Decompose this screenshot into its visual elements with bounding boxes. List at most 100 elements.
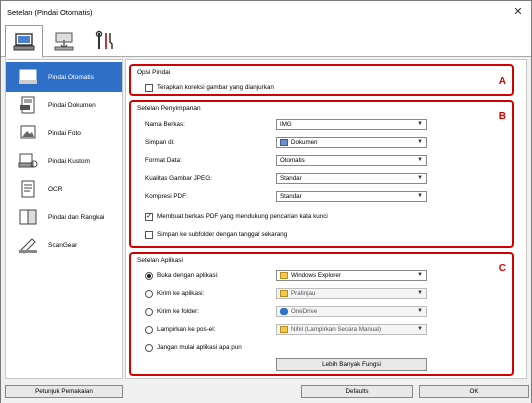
callout-marker-c: C — [498, 263, 506, 274]
save-settings-section: Setelan Penyimpanan B Nama Berkas: IMG ▼… — [129, 100, 514, 248]
open-with-value: Windows Explorer — [291, 272, 341, 279]
no-app-radio[interactable] — [145, 343, 153, 352]
jpeg-quality-value: Standar — [280, 175, 302, 182]
sidebar-item-ocr[interactable]: OCR — [6, 174, 122, 204]
scangear-icon — [16, 235, 40, 255]
section-title: Setelan Penyimpanan — [137, 105, 201, 112]
pdf-compression-value: Standar — [280, 193, 302, 200]
data-format-label: Format Data: — [145, 157, 182, 164]
subfolder-date-label: Simpan ke subfolder dengan tanggal sekar… — [157, 231, 288, 238]
folder-icon — [280, 272, 288, 279]
apply-correction-label: Terapkan koreksi gambar yang dianjurkan — [157, 84, 274, 91]
open-with-option[interactable]: Buka dengan aplikasi: — [145, 269, 219, 282]
more-functions-button[interactable]: Lebih Banyak Fungsi — [276, 358, 427, 371]
save-in-value: Dokumen — [291, 139, 318, 146]
apply-correction-checkbox[interactable] — [145, 83, 153, 92]
no-app-label: Jangan mulai aplikasi apa pun — [157, 344, 242, 351]
photo-scan-icon — [16, 123, 40, 143]
save-in-select[interactable]: Dokumen ▼ — [276, 137, 427, 148]
sidebar-item-pindai-otomatis[interactable]: Pindai Otomatis — [6, 62, 122, 92]
sidebar-item-pindai-dan-rangkai[interactable]: Pindai dan Rangkai — [6, 202, 122, 232]
chevron-down-icon: ▼ — [417, 326, 423, 332]
tab-scan-from-computer[interactable] — [5, 25, 43, 58]
attach-email-radio[interactable] — [145, 325, 153, 334]
pdf-compression-label: Kompresi PDF: — [145, 193, 188, 200]
sidebar-item-scangear[interactable]: ScanGear — [6, 230, 122, 260]
chevron-down-icon: ▼ — [417, 139, 423, 145]
stitch-icon — [16, 207, 40, 227]
chevron-down-icon: ▼ — [417, 157, 423, 163]
tab-bar — [1, 23, 531, 58]
mail-icon — [280, 326, 288, 333]
sidebar-item-pindai-dokumen[interactable]: Pindai Dokumen — [6, 90, 122, 120]
send-to-folder-label: Kirim ke folder: — [157, 308, 199, 315]
settings-window: Setelan (Pindai Otomatis) ✕ Pindai Otoma… — [0, 0, 532, 403]
document-scan-icon — [16, 95, 40, 115]
ok-button[interactable]: OK — [419, 385, 529, 398]
chevron-down-icon: ▼ — [417, 308, 423, 314]
sidebar-item-label: Pindai Kustom — [48, 157, 90, 165]
sidebar-item-label: OCR — [48, 185, 63, 193]
chevron-down-icon: ▼ — [417, 272, 423, 278]
sidebar-item-label: Pindai Otomatis — [48, 73, 94, 81]
section-title: Opsi Pindai — [137, 69, 171, 76]
title-bar: Setelan (Pindai Otomatis) ✕ — [1, 1, 531, 23]
sidebar-item-label: Pindai dan Rangkai — [48, 213, 105, 221]
jpeg-quality-select[interactable]: Standar ▼ — [276, 173, 427, 184]
file-name-label: Nama Berkas: — [145, 121, 185, 128]
attach-email-value: Nihil (Lampirkan Secara Manual) — [291, 326, 382, 333]
send-to-folder-radio[interactable] — [145, 307, 153, 316]
no-app-option[interactable]: Jangan mulai aplikasi apa pun — [145, 341, 242, 354]
searchable-pdf-option[interactable]: ✓ Membuat berkas PDF yang mendukung penc… — [145, 210, 328, 223]
chevron-down-icon: ▼ — [417, 175, 423, 181]
sidebar-item-label: ScanGear — [48, 241, 78, 249]
send-to-app-select[interactable]: Pratinjau ▼ — [276, 288, 427, 299]
sidebar: Pindai Otomatis Pindai Dokumen Pindai Fo… — [5, 59, 123, 379]
tab-general-settings[interactable] — [85, 25, 123, 57]
instructions-button[interactable]: Petunjuk Pemakaian — [5, 385, 123, 398]
sidebar-item-label: Pindai Foto — [48, 129, 81, 137]
sidebar-item-pindai-foto[interactable]: Pindai Foto — [6, 118, 122, 148]
callout-marker-a: A — [498, 76, 506, 87]
file-name-field[interactable]: IMG ▼ — [276, 119, 427, 130]
document-folder-icon — [280, 139, 288, 146]
save-in-label: Simpan di: — [145, 139, 175, 146]
chevron-down-icon: ▼ — [417, 121, 423, 127]
section-title: Setelan Aplikasi — [137, 257, 183, 264]
subfolder-date-option[interactable]: Simpan ke subfolder dengan tanggal sekar… — [145, 228, 287, 241]
onedrive-icon — [280, 308, 288, 315]
attach-email-select[interactable]: Nihil (Lampirkan Secara Manual) ▼ — [276, 324, 427, 335]
attach-email-option[interactable]: Lampirkan ke pos-el: — [145, 323, 215, 336]
data-format-select[interactable]: Otomatis ▼ — [276, 155, 427, 166]
open-with-select[interactable]: Windows Explorer ▼ — [276, 270, 427, 281]
callout-marker-b: B — [498, 111, 506, 122]
send-to-app-radio[interactable] — [145, 289, 153, 298]
subfolder-date-checkbox[interactable] — [145, 230, 153, 239]
send-to-app-option[interactable]: Kirim ke aplikasi: — [145, 287, 204, 300]
send-to-folder-value: OneDrive — [291, 308, 318, 315]
defaults-button[interactable]: Defaults — [301, 385, 413, 398]
scan-computer-icon — [13, 32, 35, 50]
ocr-icon — [16, 179, 40, 199]
settings-panel: Opsi Pindai Terapkan koreksi gambar yang… — [125, 59, 527, 379]
window-title: Setelan (Pindai Otomatis) — [7, 7, 93, 17]
send-to-folder-select[interactable]: OneDrive ▼ — [276, 306, 427, 317]
apply-correction-option[interactable]: Terapkan koreksi gambar yang dianjurkan — [145, 81, 274, 94]
tab-scan-from-panel[interactable] — [45, 25, 83, 57]
app-settings-section: Setelan Aplikasi C Buka dengan aplikasi:… — [129, 252, 514, 376]
open-with-label: Buka dengan aplikasi: — [157, 272, 219, 279]
open-with-radio[interactable] — [145, 271, 153, 280]
preview-icon — [280, 290, 288, 297]
sidebar-item-pindai-kustom[interactable]: Pindai Kustom — [6, 146, 122, 176]
attach-email-label: Lampirkan ke pos-el: — [157, 326, 216, 333]
file-name-value: IMG — [280, 121, 292, 128]
close-icon[interactable]: ✕ — [511, 5, 525, 19]
searchable-pdf-checkbox[interactable]: ✓ — [145, 212, 153, 221]
auto-scan-icon — [16, 67, 40, 87]
chevron-down-icon: ▼ — [417, 193, 423, 199]
scan-options-section: Opsi Pindai Terapkan koreksi gambar yang… — [129, 64, 514, 96]
jpeg-quality-label: Kualitas Gambar JPEG: — [145, 175, 212, 182]
send-to-app-value: Pratinjau — [291, 290, 316, 297]
send-to-folder-option[interactable]: Kirim ke folder: — [145, 305, 199, 318]
pdf-compression-select[interactable]: Standar ▼ — [276, 191, 427, 202]
